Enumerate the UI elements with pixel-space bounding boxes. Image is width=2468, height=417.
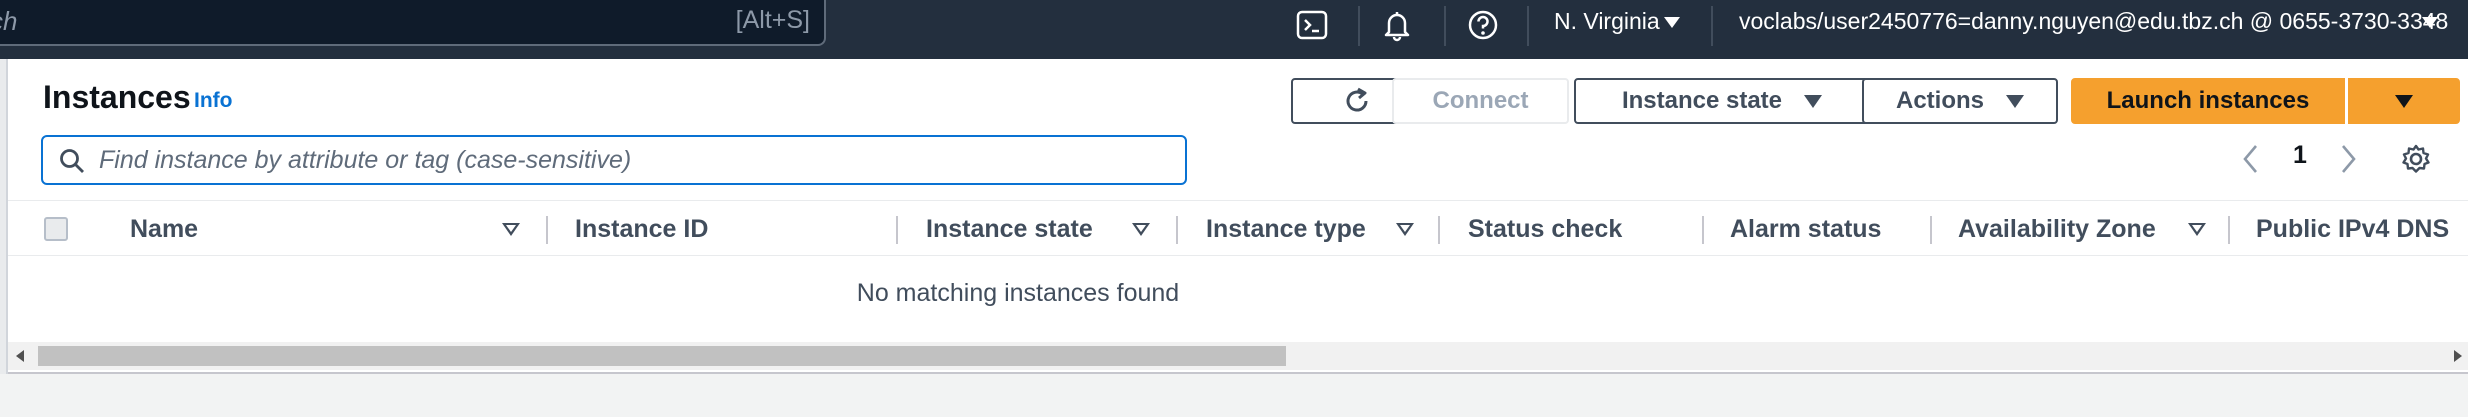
actions-label: Actions [1895, 87, 1984, 114]
region-selector[interactable]: N. Virginia [1554, 8, 1660, 35]
table-header: Name Instance ID Instance state Instance… [8, 200, 2468, 256]
cloudshell-icon[interactable] [1295, 8, 1329, 42]
scrollbar-thumb[interactable] [38, 346, 1286, 366]
region-caret-icon[interactable] [1664, 17, 1680, 28]
filter-triangle-icon[interactable] [1396, 223, 1414, 236]
filter-triangle-icon[interactable] [2188, 223, 2206, 236]
nav-separator [1527, 6, 1529, 46]
column-divider[interactable] [2228, 216, 2230, 244]
column-header-status-check[interactable]: Status check [1468, 215, 1622, 244]
horizontal-scrollbar[interactable] [8, 342, 2468, 370]
search-input-text[interactable]: ch [0, 6, 17, 37]
select-all-checkbox[interactable] [44, 217, 68, 241]
global-search-box[interactable]: ch [Alt+S] [0, 0, 826, 46]
page-title: Instances [43, 79, 191, 115]
connect-button-label: Connect [1432, 87, 1529, 114]
nav-separator [1711, 6, 1713, 46]
filter-triangle-icon[interactable] [502, 223, 520, 236]
column-header-public-ipv4-dns[interactable]: Public IPv4 DNS [2256, 215, 2449, 244]
caret-down-icon [1804, 94, 1823, 108]
search-icon [60, 149, 84, 173]
column-divider[interactable] [1438, 216, 1440, 244]
launch-instances-label: Launch instances [2106, 87, 2310, 114]
account-caret-icon[interactable] [2422, 17, 2438, 28]
launch-instances-button[interactable]: Launch instances [2071, 78, 2345, 124]
column-divider [102, 216, 104, 244]
info-link[interactable]: Info [194, 89, 232, 113]
side-panel-edge [0, 59, 8, 374]
actions-dropdown[interactable]: Actions [1862, 78, 2058, 124]
caret-down-icon [2395, 94, 2413, 108]
column-divider[interactable] [1176, 216, 1178, 244]
scroll-left-arrow-icon[interactable] [16, 350, 24, 362]
search-shortcut-hint: [Alt+S] [735, 6, 810, 34]
top-navigation-bar: ch [Alt+S] N. Virginia voclabs/user24507… [0, 0, 2468, 59]
column-header-alarm-status[interactable]: Alarm status [1730, 215, 1881, 244]
filter-triangle-icon[interactable] [1132, 223, 1150, 236]
column-divider[interactable] [1930, 216, 1932, 244]
help-icon[interactable] [1466, 8, 1500, 42]
filter-input[interactable] [99, 143, 1169, 177]
previous-page-icon[interactable] [2241, 143, 2259, 175]
empty-state-message: No matching instances found [856, 279, 1180, 307]
column-header-name[interactable]: Name [130, 215, 198, 244]
column-header-instance-state[interactable]: Instance state [926, 215, 1093, 244]
scroll-right-arrow-icon[interactable] [2454, 350, 2462, 362]
column-divider[interactable] [546, 216, 548, 244]
instance-filter[interactable] [41, 135, 1187, 185]
column-header-instance-type[interactable]: Instance type [1206, 215, 1366, 244]
empty-state: No matching instances found [8, 279, 2468, 308]
column-divider[interactable] [1702, 216, 1704, 244]
gear-icon[interactable] [2400, 143, 2432, 175]
account-menu[interactable]: voclabs/user2450776=danny.nguyen@edu.tbz… [1739, 8, 2448, 35]
connect-button[interactable]: Connect [1392, 78, 1569, 124]
column-divider[interactable] [896, 216, 898, 244]
caret-down-icon [2006, 94, 2024, 108]
instances-panel: Instances Info Connect Instance state Ac… [8, 59, 2468, 374]
next-page-icon[interactable] [2340, 143, 2358, 175]
bell-icon[interactable] [1380, 8, 1414, 42]
refresh-icon [1346, 87, 1367, 112]
instance-state-dropdown[interactable]: Instance state [1574, 78, 1870, 124]
column-header-instance-id[interactable]: Instance ID [575, 215, 708, 244]
launch-options-dropdown[interactable] [2348, 78, 2460, 124]
instance-state-label: Instance state [1621, 87, 1783, 114]
current-page[interactable]: 1 [2293, 141, 2307, 170]
nav-separator [1444, 6, 1446, 46]
nav-separator [1358, 6, 1360, 46]
column-header-availability-zone[interactable]: Availability Zone [1958, 215, 2156, 244]
